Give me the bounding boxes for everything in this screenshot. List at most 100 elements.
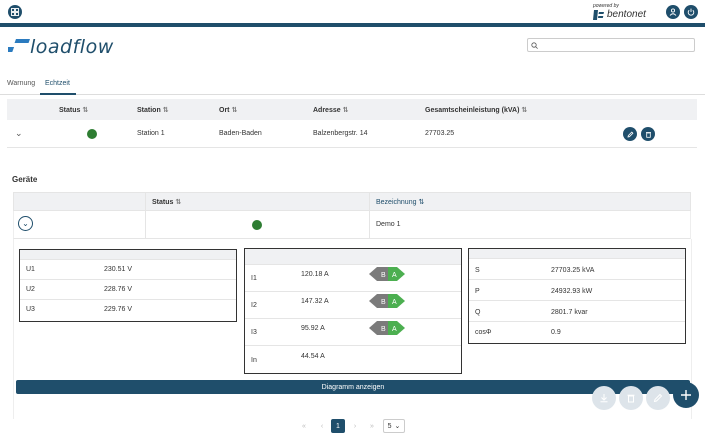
current-value: 44.54 A: [301, 353, 325, 360]
logout-button[interactable]: [684, 5, 698, 19]
chevron-down-icon: ⌄: [394, 423, 401, 430]
last-page-button[interactable]: »: [366, 419, 378, 433]
delete-fab-button[interactable]: [619, 386, 643, 410]
power-row: P 24932.93 kW: [469, 280, 685, 301]
current-value: 95.92 A: [301, 325, 325, 332]
phase-indicator-icon: B A: [369, 321, 405, 335]
device-status-indicator: [252, 220, 262, 230]
station-name: Station 1: [137, 130, 165, 137]
pencil-icon: [626, 131, 633, 138]
user-icon: [669, 8, 677, 16]
active-tab-indicator: [40, 93, 76, 95]
power-value: 24932.93 kW: [551, 288, 593, 295]
power-label: cosΦ: [475, 329, 492, 336]
table-row[interactable]: ⌄ Demo 1: [13, 211, 691, 239]
devices-title: Geräte: [12, 175, 38, 184]
phase-indicator-icon: B A: [369, 267, 405, 281]
col-adresse[interactable]: Adresse ⇅: [313, 106, 348, 114]
device-name: Demo 1: [376, 221, 401, 228]
col-station[interactable]: Station ⇅: [137, 106, 169, 114]
tab-warnung[interactable]: Warnung: [7, 80, 35, 87]
status-indicator: [87, 129, 97, 139]
voltage-label: U3: [26, 306, 35, 313]
badge-b-label: B: [381, 299, 386, 306]
badge-a-label: A: [392, 299, 397, 306]
current-value: 120.18 A: [301, 271, 329, 278]
power-row: Q 2801.7 kvar: [469, 301, 685, 322]
voltage-row: U1 230.51 V: [20, 260, 236, 280]
edit-fab-button[interactable]: [646, 386, 670, 410]
power-row: S 27703.25 kVA: [469, 259, 685, 280]
download-button[interactable]: [592, 386, 616, 410]
stations-table-header: Status ⇅ Station ⇅ Ort ⇅ Adresse ⇅ Gesam…: [7, 99, 697, 120]
add-button[interactable]: [673, 382, 699, 408]
badge-a-label: A: [392, 326, 397, 333]
apps-grid-icon[interactable]: [8, 5, 22, 19]
current-label: I2: [251, 302, 257, 309]
voltage-row: U2 228.76 V: [20, 280, 236, 300]
voltage-panel-header: [20, 250, 236, 260]
table-row[interactable]: ⌄ Station 1 Baden-Baden Balzenbergstr. 1…: [7, 120, 697, 148]
next-page-button[interactable]: ›: [349, 419, 361, 433]
station-adresse: Balzenbergstr. 14: [313, 130, 368, 137]
badge-a-label: A: [392, 272, 397, 279]
col-device-status[interactable]: Status ⇅: [152, 198, 181, 206]
bentonet-logo-icon: [593, 9, 604, 20]
voltage-label: U1: [26, 266, 35, 273]
current-label: I3: [251, 329, 257, 336]
voltage-value: 228.76 V: [104, 286, 133, 293]
col-status[interactable]: Status ⇅: [59, 106, 88, 114]
devices-table-header: Status ⇅ Bezeichnung ⇅: [13, 192, 691, 211]
current-label: I1: [251, 275, 257, 282]
chevron-down-icon[interactable]: ⌄: [18, 216, 33, 231]
current-label: In: [251, 357, 257, 364]
download-icon: [600, 394, 608, 403]
tab-echtzeit[interactable]: Echtzeit: [45, 80, 70, 87]
power-label: S: [475, 267, 480, 274]
tab-bar: Warnung Echtzeit: [0, 77, 705, 95]
edit-button[interactable]: [623, 127, 637, 141]
page-size-value: 5: [387, 422, 392, 430]
search-icon: [531, 42, 538, 49]
trash-icon: [645, 131, 651, 138]
power-value: 2801.7 kvar: [551, 309, 588, 316]
search-input[interactable]: [527, 38, 695, 52]
delete-button[interactable]: [641, 127, 655, 141]
col-leistung[interactable]: Gesamtscheinleistung (kVA) ⇅: [425, 106, 527, 114]
power-label: Q: [475, 309, 481, 316]
current-value: 147.32 A: [301, 298, 329, 305]
current-page-button[interactable]: 1: [331, 419, 345, 433]
current-row: In 44.54 A: [245, 346, 461, 371]
page-size-select[interactable]: 5 ⌄: [383, 419, 405, 433]
power-panel: S 27703.25 kVA P 24932.93 kW Q 2801.7 kv…: [468, 248, 686, 344]
app-name: loadflow: [30, 36, 114, 58]
current-panel: I1 120.18 A B A I2 147.32 A B A I3 95.92…: [244, 248, 462, 374]
voltage-label: U2: [26, 286, 35, 293]
show-diagram-button[interactable]: Diagramm anzeigen: [16, 380, 690, 394]
prev-page-button[interactable]: ‹: [316, 419, 328, 433]
voltage-panel: U1 230.51 V U2 228.76 V U3 229.76 V: [19, 249, 237, 322]
station-leistung: 27703.25: [425, 130, 455, 137]
power-label: P: [475, 288, 480, 295]
power-icon: [687, 8, 695, 16]
station-ort: Baden-Baden: [219, 130, 262, 137]
first-page-button[interactable]: «: [298, 419, 310, 433]
voltage-value: 229.76 V: [104, 306, 133, 313]
loadflow-logo-icon: [8, 39, 30, 52]
power-row: cosΦ 0.9: [469, 322, 685, 343]
col-bezeichnung[interactable]: Bezeichnung ⇅: [376, 198, 424, 206]
current-row: I1 120.18 A B A: [245, 265, 461, 292]
user-button[interactable]: [666, 5, 680, 19]
chevron-down-icon[interactable]: ⌄: [15, 128, 23, 139]
power-value: 0.9: [551, 329, 561, 336]
power-panel-header: [469, 249, 685, 259]
detail-border: [13, 239, 14, 419]
current-panel-header: [245, 249, 461, 265]
badge-b-label: B: [381, 326, 386, 333]
brand-name: bentonet: [607, 9, 646, 20]
current-row: I3 95.92 A B A: [245, 319, 461, 346]
col-ort[interactable]: Ort ⇅: [219, 106, 237, 114]
current-row: I2 147.32 A B A: [245, 292, 461, 319]
top-bar-divider: [0, 23, 705, 27]
phase-indicator-icon: B A: [369, 294, 405, 308]
